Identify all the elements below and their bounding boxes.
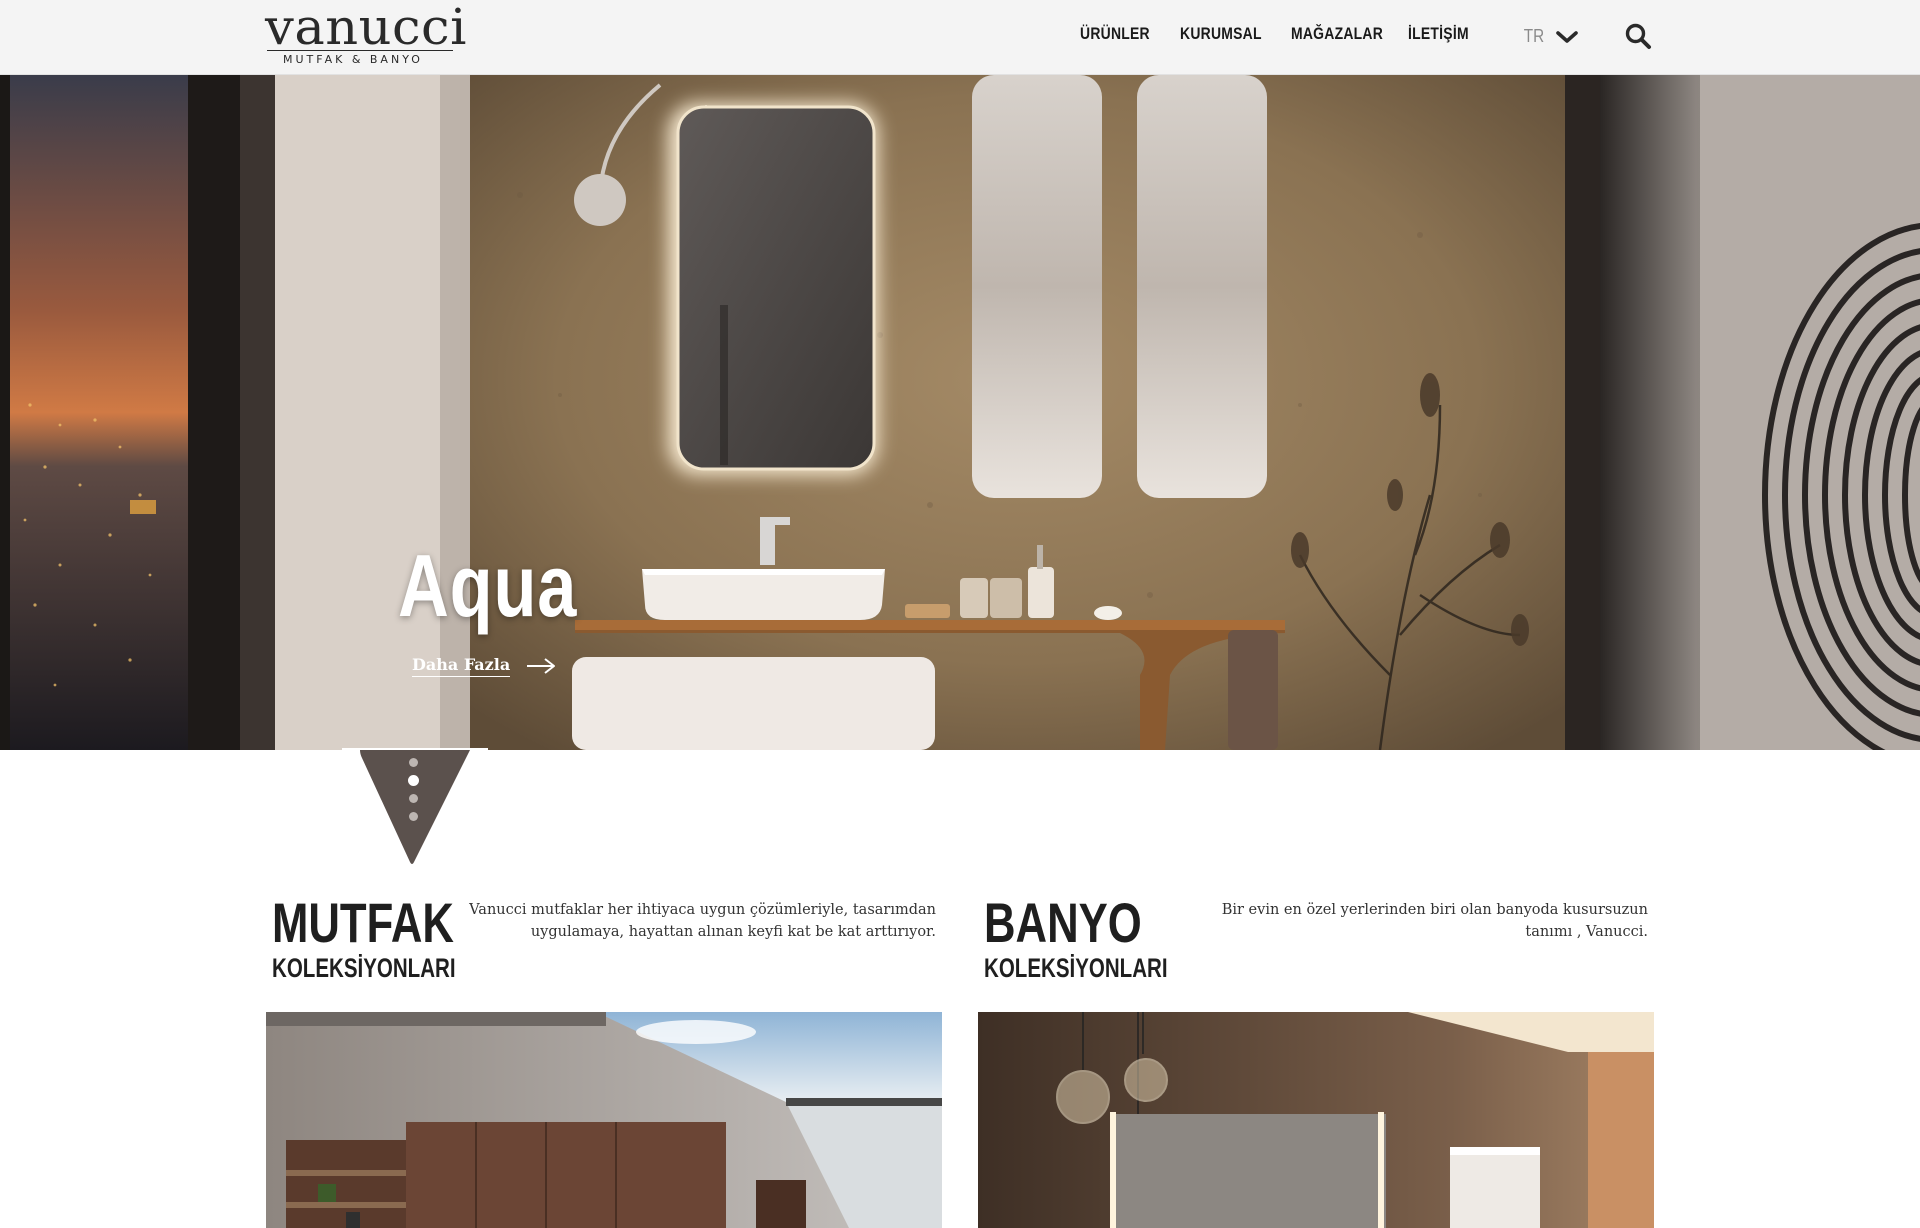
- bathroom-description: Bir evin en özel yerlerinden biri olan b…: [1221, 902, 1648, 940]
- hero-bathroom-image: [0, 75, 1920, 750]
- top-navigation-bar: vanucci MUTFAK & BANYO ÜRÜNLER KURUMSAL …: [0, 0, 1920, 75]
- slider-dot[interactable]: [408, 793, 418, 803]
- kitchen-subtitle: KOLEKSİYONLARI: [272, 953, 456, 983]
- logo-wordmark: vanucci: [265, 0, 467, 56]
- bathroom-collection-image[interactable]: [978, 1012, 1654, 1228]
- logo-tagline: MUTFAK & BANYO: [283, 53, 423, 66]
- nav-item-stores[interactable]: MAĞAZALAR: [1291, 24, 1383, 44]
- slider-dot[interactable]: [408, 757, 418, 767]
- bathroom-photo: [978, 1012, 1654, 1228]
- bathroom-subtitle: KOLEKSİYONLARI: [984, 953, 1168, 983]
- hero-title: Aqua: [398, 536, 578, 635]
- hero-more-link[interactable]: Daha Fazla: [412, 655, 556, 677]
- search-icon[interactable]: [1624, 22, 1652, 50]
- bathroom-title: BANYO: [984, 891, 1142, 954]
- logo-divider: [267, 50, 453, 51]
- slider-dot[interactable]: [408, 811, 418, 821]
- language-selector[interactable]: TR: [1522, 26, 1578, 47]
- slider-dot[interactable]: [407, 774, 419, 786]
- nav-item-products[interactable]: ÜRÜNLER: [1080, 24, 1150, 44]
- chevron-down-icon: [1556, 30, 1578, 43]
- kitchen-collection-image[interactable]: [266, 1012, 942, 1228]
- vanucci-logo[interactable]: vanucci MUTFAK & BANYO: [265, 2, 466, 70]
- kitchen-title: MUTFAK: [272, 891, 454, 954]
- kitchen-description: Vanucci mutfaklar her ihtiyaca uygun çöz…: [469, 902, 936, 940]
- hero-slider[interactable]: Aqua Daha Fazla: [0, 75, 1920, 750]
- nav-item-contact[interactable]: İLETİŞİM: [1408, 24, 1469, 44]
- nav-item-corporate[interactable]: KURUMSAL: [1180, 24, 1262, 44]
- language-code: TR: [1523, 26, 1545, 46]
- hero-more-label: Daha Fazla: [412, 655, 511, 677]
- arrow-right-icon: [527, 658, 556, 674]
- kitchen-photo: [266, 1012, 942, 1228]
